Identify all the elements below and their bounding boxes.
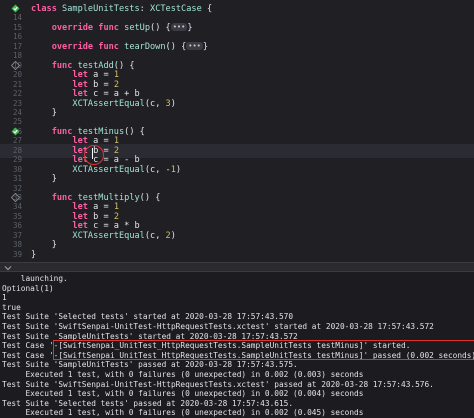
text-cursor (92, 148, 93, 159)
code-text: } (31, 248, 36, 262)
console-line: Executed 1 test, with 0 failures (0 unex… (2, 408, 364, 418)
code-line[interactable]: 39} (0, 248, 474, 262)
annotation-circle (84, 145, 104, 165)
debug-console[interactable]: launching. Optional(1) 1 true Test Suite 'Se… (0, 272, 474, 418)
code-editor[interactable]: class SampleUnitTests: XCTestCase {14 15 … (0, 0, 474, 262)
code-token: } (31, 249, 37, 260)
debug-area-divider[interactable] (0, 262, 474, 272)
line-number: 39 (12, 249, 22, 259)
highlight-box (53, 340, 474, 360)
console-line: Optional(1) (2, 283, 54, 293)
chevron-down-icon[interactable] (4, 264, 12, 272)
